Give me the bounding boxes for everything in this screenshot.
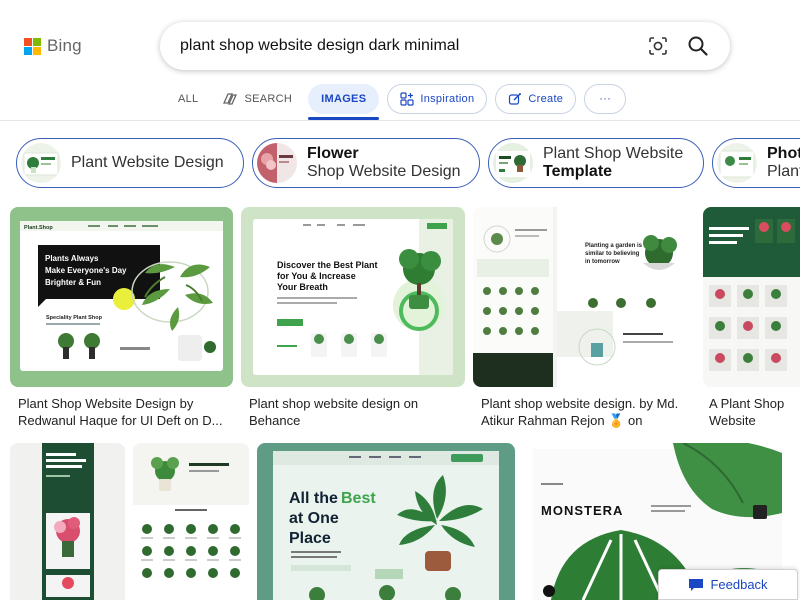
chip-thumbnail: [21, 143, 61, 183]
chip-label-bold: Flower: [307, 145, 359, 162]
thumb-subheadline: Speciality Plant Shop: [46, 315, 103, 321]
thumb-headline-3: Brighter & Fun: [45, 278, 101, 287]
tab-all[interactable]: ALL: [170, 84, 206, 114]
search-box[interactable]: plant shop website design dark minimal: [160, 22, 730, 70]
thumb-brand: Plant.Shop: [24, 225, 53, 231]
related-searches: Plant Website Design Flower Shop Website…: [16, 138, 800, 190]
bing-images-page: Bing plant shop website design dark mini…: [0, 0, 800, 600]
tab-inspiration[interactable]: Inspiration: [387, 84, 488, 114]
thumb-headline-1: Planting a garden is: [585, 243, 643, 249]
thumb-headline-1: All the: [289, 490, 338, 507]
tab-search[interactable]: SEARCH: [214, 84, 300, 114]
chip-thumbnail: [717, 143, 757, 183]
result-caption-4[interactable]: A Plant Shop Website Desig...: [709, 395, 797, 431]
thumb-headline-2: for You & Increase: [277, 271, 356, 281]
create-icon: [509, 93, 522, 105]
thumb-headline-3: Your Breath: [277, 282, 328, 292]
feedback-icon: [689, 578, 704, 591]
result-image-6[interactable]: [133, 443, 249, 600]
tab-create[interactable]: Create: [495, 84, 577, 114]
result-caption-1[interactable]: Plant Shop Website Design by Redwanul Ha…: [18, 395, 228, 431]
search-icon[interactable]: [680, 28, 716, 64]
copilot-icon: [223, 93, 238, 105]
chip-thumbnail: [493, 143, 533, 183]
chip-label-group: Flower Shop Website Design: [307, 145, 461, 181]
thumb-headline-2: Make Everyone's Day: [45, 266, 127, 275]
microsoft-logo-icon: [24, 37, 41, 55]
chip-label-bold: Phot: [767, 145, 800, 162]
chip-label-group: Phot Plant: [767, 145, 800, 181]
related-chip-plant-website-design[interactable]: Plant Website Design: [16, 138, 244, 188]
thumb-headline-3: Place: [289, 530, 331, 547]
logo-text: Bing: [47, 36, 82, 55]
search-tabs: ALL SEARCH IMAGES Inspiration Create ···: [170, 84, 627, 120]
feedback-label: Feedback: [710, 577, 768, 592]
result-caption-3[interactable]: Plant shop website design. by Md. Atikur…: [481, 395, 691, 431]
related-chip-photo-plant[interactable]: Phot Plant: [712, 138, 800, 188]
more-options-button[interactable]: ···: [584, 84, 627, 114]
inspiration-icon: [400, 92, 414, 106]
chip-label-group: Plant Shop Website Template: [543, 145, 683, 181]
tab-images[interactable]: IMAGES: [308, 84, 380, 120]
chip-label: Plant Shop Website: [543, 145, 684, 162]
chip-label: Shop Website Design: [307, 163, 461, 180]
chip-thumbnail: [257, 143, 297, 183]
related-chip-flower-shop-website-design[interactable]: Flower Shop Website Design: [252, 138, 480, 188]
thumb-headline-accent: Best: [341, 490, 376, 507]
result-caption-2[interactable]: Plant shop website design on Behance: [249, 395, 459, 431]
visual-search-icon[interactable]: [640, 28, 676, 64]
thumb-headline-1: Plants Always: [45, 254, 99, 263]
result-image-3[interactable]: Planting a garden is similar to believin…: [473, 207, 693, 387]
result-image-1[interactable]: Plant.Shop Plants Always Make Everyone's…: [10, 207, 233, 387]
result-image-2[interactable]: Discover the Best Plant for You & Increa…: [241, 207, 465, 387]
chip-label: Plant: [767, 163, 800, 180]
thumb-headline-1: MONSTERA: [541, 503, 623, 518]
search-input[interactable]: plant shop website design dark minimal: [180, 37, 640, 55]
result-image-5[interactable]: [10, 443, 125, 600]
chip-label: Plant Website Design: [71, 154, 224, 171]
thumb-headline-2: at One: [289, 510, 339, 527]
result-image-4[interactable]: [703, 207, 800, 387]
feedback-button[interactable]: Feedback: [658, 569, 798, 600]
result-image-7[interactable]: All the Best at One Place: [257, 443, 515, 600]
bing-logo[interactable]: Bing: [24, 36, 82, 56]
thumb-headline-2: similar to believing: [585, 251, 640, 257]
header-divider: [0, 120, 800, 121]
related-chip-plant-shop-website-template[interactable]: Plant Shop Website Template: [488, 138, 704, 188]
thumb-headline-1: Discover the Best Plant: [277, 260, 378, 270]
thumb-headline-3: in tomorrow: [585, 259, 620, 265]
chip-label-bold: Template: [543, 163, 613, 180]
